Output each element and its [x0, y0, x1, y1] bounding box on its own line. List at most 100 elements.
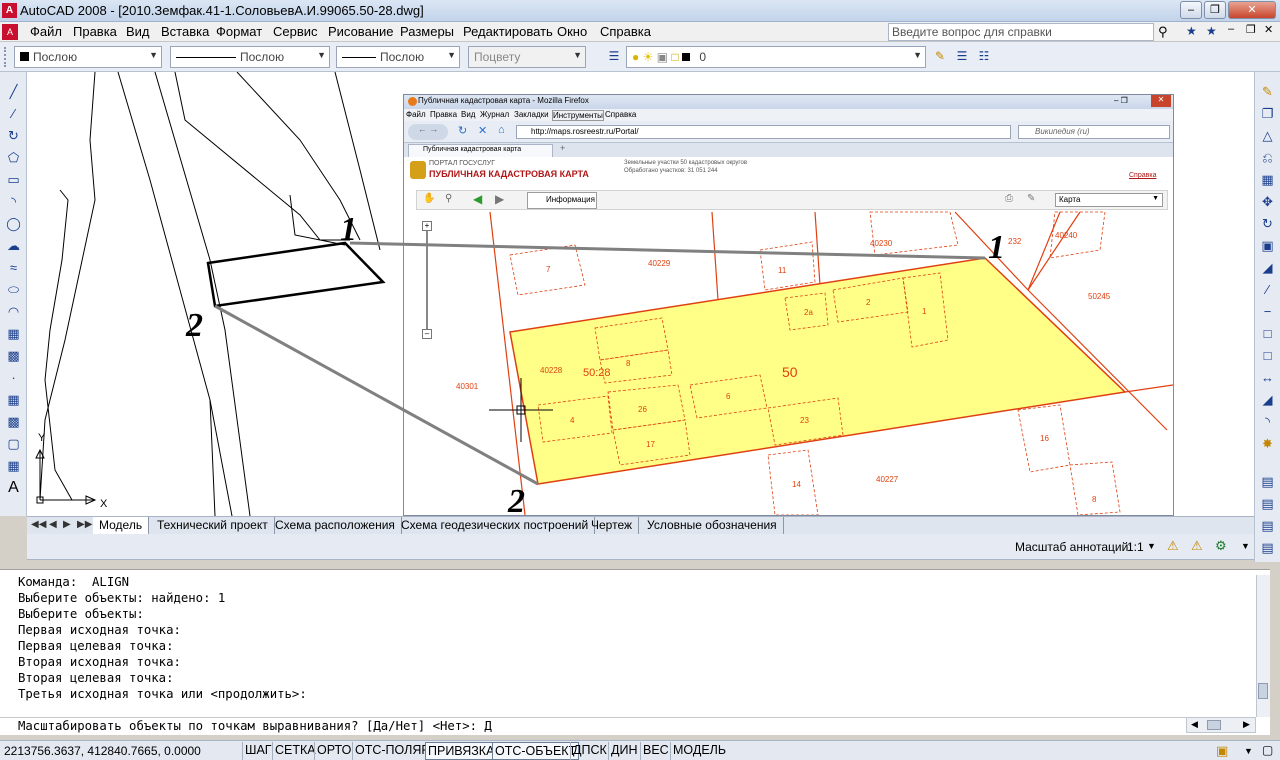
layer-states-icon[interactable]: ☷ [976, 48, 992, 64]
table-icon[interactable]: ▦ [4, 456, 23, 475]
cursor-coordinates[interactable]: 2213756.3637, 412840.7665, 0.0000 [4, 744, 201, 758]
erase-icon[interactable]: ✎ [1258, 82, 1277, 101]
ellipse-arc-icon[interactable]: ◠ [4, 302, 23, 321]
chevron-down-icon[interactable]: ▼ [1241, 541, 1250, 551]
insert-block-icon[interactable]: ▦ [4, 324, 23, 343]
next-tab-icon[interactable]: ▶ [63, 519, 71, 530]
maximize-icon[interactable]: ❐ [1204, 1, 1226, 19]
document-icon[interactable]: A [2, 24, 18, 40]
break-at-point-icon[interactable]: □ [1258, 324, 1277, 343]
model-toggle[interactable]: МОДЕЛЬ [670, 742, 728, 760]
break-icon[interactable]: □ [1258, 346, 1277, 365]
spline-icon[interactable]: ≈ [4, 258, 23, 277]
rectangle-icon[interactable]: ▭ [4, 170, 23, 189]
copy-icon[interactable]: ❐ [1258, 104, 1277, 123]
tab-geodetic-scheme[interactable]: Схема геодезических построений [395, 517, 596, 534]
make-current-layer-icon[interactable]: ✎ [932, 48, 948, 64]
prev-tab-icon[interactable]: ◀ [49, 519, 57, 530]
tab-location-scheme[interactable]: Схема расположения [269, 517, 402, 534]
annotation-visibility-icon[interactable]: ⚠ [1167, 538, 1179, 554]
offset-icon[interactable]: ⎌ [1258, 148, 1277, 167]
multiline-text-icon[interactable]: A [4, 478, 23, 497]
arc-icon[interactable]: ◝ [4, 192, 23, 211]
layer-previous-icon[interactable]: ☰ [954, 48, 970, 64]
autocad-app-icon[interactable]: A [2, 3, 17, 18]
dim-style-icon[interactable]: ▤ [1258, 472, 1277, 491]
tab-legend[interactable]: Условные обозначения [641, 517, 784, 534]
doc-minimize-icon[interactable]: – [1228, 23, 1234, 35]
toolbar-grip[interactable] [4, 47, 7, 67]
help-search-input[interactable]: Введите вопрос для справки [888, 23, 1154, 41]
scroll-thumb[interactable] [1207, 720, 1221, 730]
revision-cloud-icon[interactable]: ☁ [4, 236, 23, 255]
search-icon[interactable]: ⚲ [1158, 24, 1168, 40]
menu-insert[interactable]: Вставка [161, 24, 209, 39]
clean-screen-icon[interactable]: ▢ [1262, 743, 1273, 757]
hatch-icon[interactable]: ▦ [4, 390, 23, 409]
scale-icon[interactable]: ▣ [1258, 236, 1277, 255]
ortho-toggle[interactable]: ОРТО [314, 742, 353, 760]
osnap-toggle[interactable]: ПРИВЯЗКА [425, 742, 498, 760]
scroll-thumb[interactable] [1258, 683, 1268, 699]
linetype-combo[interactable]: Послою ▼ [170, 46, 330, 68]
auto-scale-icon[interactable]: ⚠ [1191, 538, 1203, 554]
array-icon[interactable]: ▦ [1258, 170, 1277, 189]
layer-combo[interactable]: ● ☀ ▣ □ 0 ▼ [626, 46, 926, 68]
tab-model[interactable]: Модель [93, 517, 150, 534]
first-tab-icon[interactable]: ◀◀ [31, 519, 46, 530]
construction-line-icon[interactable]: ∕ [4, 104, 23, 123]
point-icon[interactable]: · [4, 368, 23, 387]
line-icon[interactable]: ╱ [4, 82, 23, 101]
lwt-toggle[interactable]: ВЕС [640, 742, 671, 760]
menu-tools[interactable]: Сервис [273, 24, 318, 39]
favorites-icon[interactable]: ★ [1206, 24, 1217, 38]
command-hscrollbar[interactable]: ◀ ▶ [1186, 717, 1256, 733]
trim-icon[interactable]: ∕ [1258, 280, 1277, 299]
stretch-icon[interactable]: ◢ [1258, 258, 1277, 277]
chevron-down-icon[interactable]: ▼ [1147, 541, 1156, 551]
communication-center-icon[interactable]: ★ [1186, 24, 1197, 38]
fillet-icon[interactable]: ◝ [1258, 412, 1277, 431]
menu-format[interactable]: Формат [216, 24, 262, 39]
region-icon[interactable]: ▢ [4, 434, 23, 453]
color-combo[interactable]: Послою ▼ [14, 46, 162, 68]
polyline-icon[interactable]: ↻ [4, 126, 23, 145]
explode-icon[interactable]: ✸ [1258, 434, 1277, 453]
doc-close-icon[interactable]: ✕ [1264, 23, 1273, 36]
polar-toggle[interactable]: ОТС-ПОЛЯР [352, 742, 432, 760]
circle-icon[interactable]: ◯ [4, 214, 23, 233]
command-input-line[interactable]: Масштабировать объекты по точкам выравни… [18, 719, 492, 733]
command-vscrollbar[interactable] [1256, 575, 1270, 717]
minimize-icon[interactable]: – [1180, 1, 1202, 19]
menu-window[interactable]: Окно [557, 24, 587, 39]
scroll-left-icon[interactable]: ◀ [1191, 719, 1198, 730]
scroll-right-icon[interactable]: ▶ [1243, 719, 1250, 730]
menu-view[interactable]: Вид [126, 24, 150, 39]
snap-toggle[interactable]: ШАГ [242, 742, 274, 760]
text-style-icon[interactable]: ▤ [1258, 494, 1277, 513]
table-style-icon[interactable]: ▤ [1258, 516, 1277, 535]
menu-draw[interactable]: Рисование [328, 24, 393, 39]
tab-technical-project[interactable]: Технический проект [151, 517, 275, 534]
layer-manager-icon[interactable]: ☰ [606, 48, 622, 64]
menu-dimension[interactable]: Размеры [400, 24, 454, 39]
menu-file[interactable]: Файл [30, 24, 62, 39]
gradient-icon[interactable]: ▩ [4, 412, 23, 431]
grid-toggle[interactable]: СЕТКА [272, 742, 318, 760]
ellipse-icon[interactable]: ⬭ [4, 280, 23, 299]
join-icon[interactable]: ↔ [1258, 368, 1277, 387]
close-icon[interactable]: ✕ [1228, 1, 1276, 19]
last-tab-icon[interactable]: ▶▶ [77, 519, 92, 530]
menu-help[interactable]: Справка [600, 24, 651, 39]
multileader-style-icon[interactable]: ▤ [1258, 538, 1277, 557]
workspace-icon[interactable]: ⚙ [1215, 538, 1227, 554]
rotate-icon[interactable]: ↻ [1258, 214, 1277, 233]
annotation-scale-value[interactable]: 1:1 [1127, 540, 1144, 554]
make-block-icon[interactable]: ▩ [4, 346, 23, 365]
menu-edit[interactable]: Правка [73, 24, 117, 39]
ducs-toggle[interactable]: ДПСК [570, 742, 609, 760]
tab-drawing[interactable]: Чертеж [585, 517, 640, 534]
move-icon[interactable]: ✥ [1258, 192, 1277, 211]
lock-icon[interactable]: ▣ [1216, 743, 1228, 759]
menu-modify[interactable]: Редактировать [463, 24, 553, 39]
